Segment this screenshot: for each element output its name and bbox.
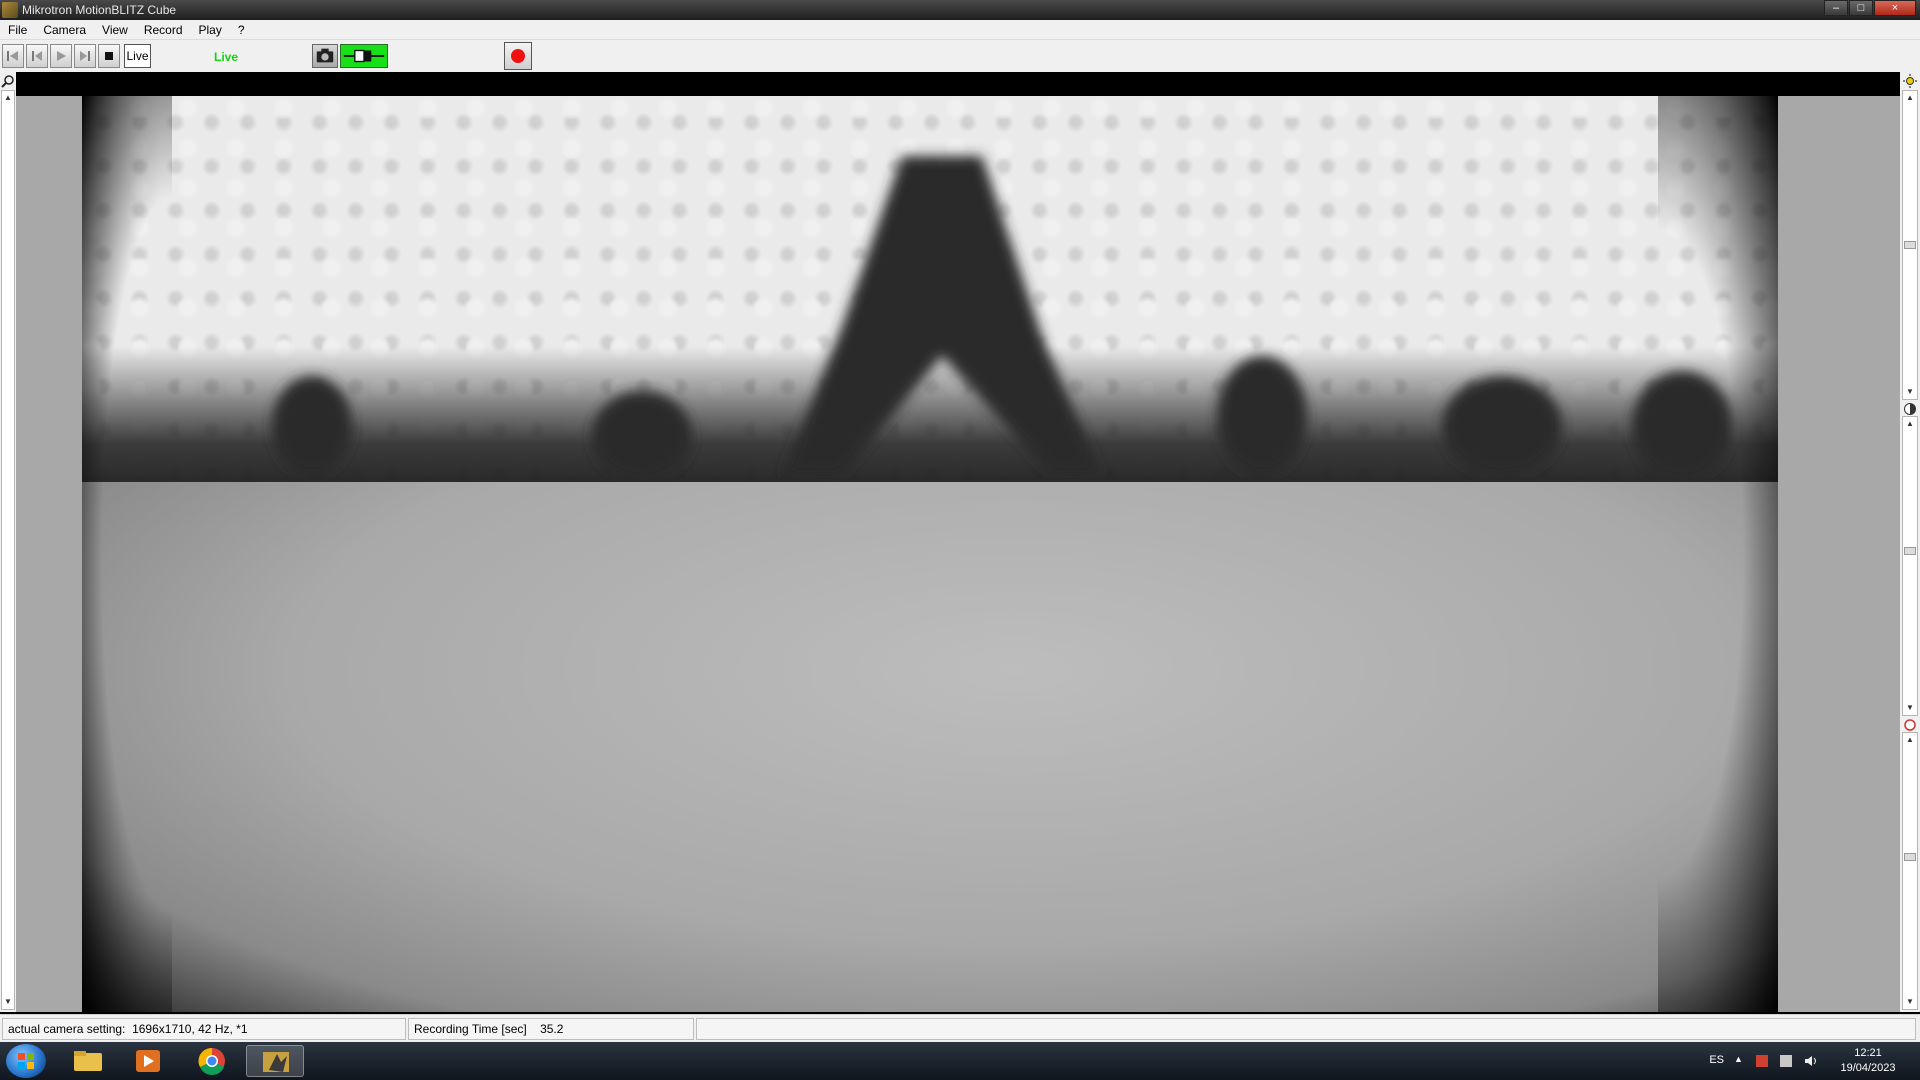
contrast-down-arrow-icon[interactable]: ▼ xyxy=(1903,701,1917,715)
volume-icon[interactable] xyxy=(1804,1055,1816,1067)
camera-viewport xyxy=(16,96,1900,1012)
image-lower-region xyxy=(82,481,1778,1012)
stop-button[interactable] xyxy=(98,44,120,68)
clock-date: 19/04/2023 xyxy=(1840,1062,1896,1074)
taskbar-motionblitz[interactable] xyxy=(246,1045,304,1077)
image-vignette-right xyxy=(1658,96,1778,1012)
brightness-slider[interactable]: ▲ ▼ xyxy=(1902,90,1918,400)
record-button[interactable] xyxy=(504,42,532,70)
menu-play[interactable]: Play xyxy=(191,20,230,40)
play-icon xyxy=(57,51,66,61)
brightness-icon xyxy=(1903,74,1917,88)
media-player-icon xyxy=(136,1050,160,1072)
right-rail: ▲ ▼ ▲ ▼ ▲ ▼ xyxy=(1900,72,1920,1012)
image-horizon-line xyxy=(82,478,1778,482)
left-scrollbar[interactable]: ▲ ▼ xyxy=(1,90,15,1010)
step-forward-button[interactable] xyxy=(74,44,96,68)
recording-time-label: Recording Time [sec] xyxy=(414,1022,527,1036)
menu-file[interactable]: File xyxy=(0,20,35,40)
chrome-icon xyxy=(198,1047,225,1075)
zoom-icon[interactable] xyxy=(1,74,15,88)
image-vignette-left xyxy=(82,96,172,1012)
taskbar: ES ▲ 12:21 19/04/2023 xyxy=(0,1042,1920,1080)
brightness-slider-thumb[interactable] xyxy=(1904,241,1916,249)
menu-help[interactable]: ? xyxy=(230,20,253,40)
gamma-up-arrow-icon[interactable]: ▲ xyxy=(1903,733,1917,747)
scroll-down-arrow-icon[interactable]: ▼ xyxy=(2,995,14,1009)
camera-connection-button[interactable] xyxy=(340,44,388,68)
scroll-up-arrow-icon[interactable]: ▲ xyxy=(2,91,14,105)
menu-record[interactable]: Record xyxy=(136,20,191,40)
camera-setting-label: actual camera setting: xyxy=(8,1022,126,1036)
live-status-indicator: Live xyxy=(214,50,239,64)
camera-setting-value: 1696x1710, 42 Hz, *1 xyxy=(132,1022,248,1036)
motionblitz-app-icon xyxy=(263,1052,289,1072)
brightness-down-arrow-icon[interactable]: ▼ xyxy=(1903,385,1917,399)
plug-connected-icon xyxy=(343,49,385,63)
contrast-slider-thumb[interactable] xyxy=(1904,547,1916,555)
gamma-down-arrow-icon[interactable]: ▼ xyxy=(1903,995,1917,1009)
taskbar-explorer[interactable] xyxy=(62,1045,114,1077)
skip-to-start-button[interactable] xyxy=(2,44,24,68)
toolbar: Live Live xyxy=(0,40,1920,72)
recording-time-value: 35.2 xyxy=(540,1022,564,1036)
step-back-icon xyxy=(32,51,42,61)
clock-time: 12:21 xyxy=(1854,1047,1882,1059)
camera-setting-panel: actual camera setting: 1696x1710, 42 Hz,… xyxy=(2,1018,406,1040)
gamma-icon xyxy=(1904,719,1916,731)
maximize-button[interactable]: □ xyxy=(1849,0,1873,16)
menu-bar: File Camera View Record Play ? xyxy=(0,20,1920,40)
left-rail: ▲ ▼ xyxy=(0,72,16,1012)
clock[interactable]: 12:21 19/04/2023 xyxy=(1828,1046,1908,1076)
contrast-up-arrow-icon[interactable]: ▲ xyxy=(1903,417,1917,431)
gamma-slider-thumb[interactable] xyxy=(1904,853,1916,861)
snapshot-button[interactable] xyxy=(312,44,338,68)
live-button[interactable]: Live xyxy=(124,44,151,68)
recording-time-panel: Recording Time [sec] 35.2 xyxy=(408,1018,694,1040)
live-camera-image[interactable] xyxy=(82,96,1778,1012)
minimize-button[interactable]: – xyxy=(1824,0,1848,16)
close-button[interactable]: × xyxy=(1874,0,1916,16)
status-bar: actual camera setting: 1696x1710, 42 Hz,… xyxy=(0,1014,1920,1042)
status-empty-panel xyxy=(696,1018,1916,1040)
play-button[interactable] xyxy=(50,44,72,68)
skip-back-icon xyxy=(7,51,18,61)
menu-camera[interactable]: Camera xyxy=(35,20,94,40)
brightness-up-arrow-icon[interactable]: ▲ xyxy=(1903,91,1917,105)
camera-icon xyxy=(316,48,334,63)
contrast-icon xyxy=(1904,403,1916,415)
windows-logo-icon xyxy=(18,1053,34,1069)
folder-icon xyxy=(74,1051,102,1071)
record-icon xyxy=(511,49,525,63)
gamma-slider[interactable]: ▲ ▼ xyxy=(1902,732,1918,1010)
window-controls: – □ × xyxy=(1823,0,1916,18)
app-icon xyxy=(2,2,18,18)
start-button[interactable] xyxy=(6,1044,46,1078)
step-forward-icon xyxy=(80,51,90,61)
title-bar: Mikrotron MotionBLITZ Cube – □ × xyxy=(0,0,1920,20)
window-title: Mikrotron MotionBLITZ Cube xyxy=(22,3,177,17)
language-indicator[interactable]: ES xyxy=(1709,1054,1724,1066)
stop-icon xyxy=(105,52,113,60)
network-icon[interactable] xyxy=(1780,1055,1792,1067)
step-back-button[interactable] xyxy=(26,44,48,68)
menu-view[interactable]: View xyxy=(94,20,136,40)
show-hidden-icons-icon[interactable]: ▲ xyxy=(1734,1054,1746,1066)
taskbar-media-player[interactable] xyxy=(122,1045,174,1077)
contrast-slider[interactable]: ▲ ▼ xyxy=(1902,416,1918,716)
taskbar-chrome[interactable] xyxy=(186,1045,238,1077)
action-center-flag-icon[interactable] xyxy=(1756,1055,1768,1067)
